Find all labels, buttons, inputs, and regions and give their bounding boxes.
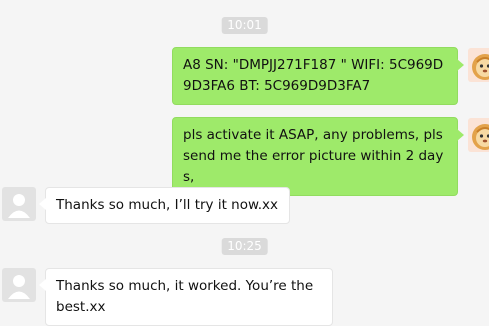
chat-window: 10:01 A8 SN: "DMPJJ271F187 " WIFI: 5C969… (0, 0, 489, 326)
default-user-avatar-icon[interactable] (2, 268, 36, 302)
lion-avatar-icon[interactable] (468, 48, 489, 82)
lion-avatar-icon[interactable] (468, 118, 489, 152)
timestamp: 10:25 (221, 238, 268, 255)
message-bubble-outgoing[interactable]: A8 SN: "DMPJJ271F187 " WIFI: 5C969D9D3FA… (172, 47, 464, 105)
default-user-avatar-icon[interactable] (2, 187, 36, 221)
message-bubble-incoming[interactable]: Thanks so much, it worked. You’re the be… (39, 268, 333, 326)
message-bubble-outgoing[interactable]: pls activate it ASAP, any problems, pls … (172, 117, 464, 196)
message-bubble-incoming[interactable]: Thanks so much, I’ll try it now.xx (39, 187, 290, 224)
timestamp: 10:01 (221, 17, 268, 34)
